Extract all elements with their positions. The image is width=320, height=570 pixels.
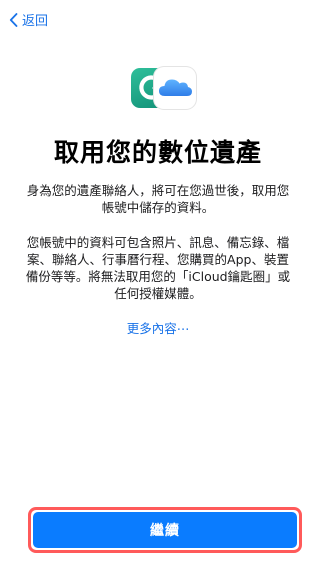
back-button-label: 返回 — [22, 14, 49, 29]
icloud-icon — [154, 67, 196, 109]
intro-paragraph: 身為您的遺產聯絡人，將可在您過世後，取用您帳號中儲存的資料。 — [26, 183, 290, 215]
back-button[interactable]: 返回 — [9, 10, 48, 29]
continue-button-highlight: 繼續 — [28, 507, 302, 553]
chevron-left-icon — [9, 12, 18, 27]
page-title: 取用您的數位遺產 — [53, 138, 262, 167]
learn-more-link[interactable]: 更多內容⋯ — [0, 318, 316, 337]
details-paragraph: 您帳號中的資料可包含照片、訊息、備忘錄、檔案、聯絡人、行事曆行程、您購買的App… — [25, 235, 291, 301]
continue-button[interactable]: 繼續 — [33, 512, 297, 548]
hero-icon-group — [131, 67, 196, 111]
